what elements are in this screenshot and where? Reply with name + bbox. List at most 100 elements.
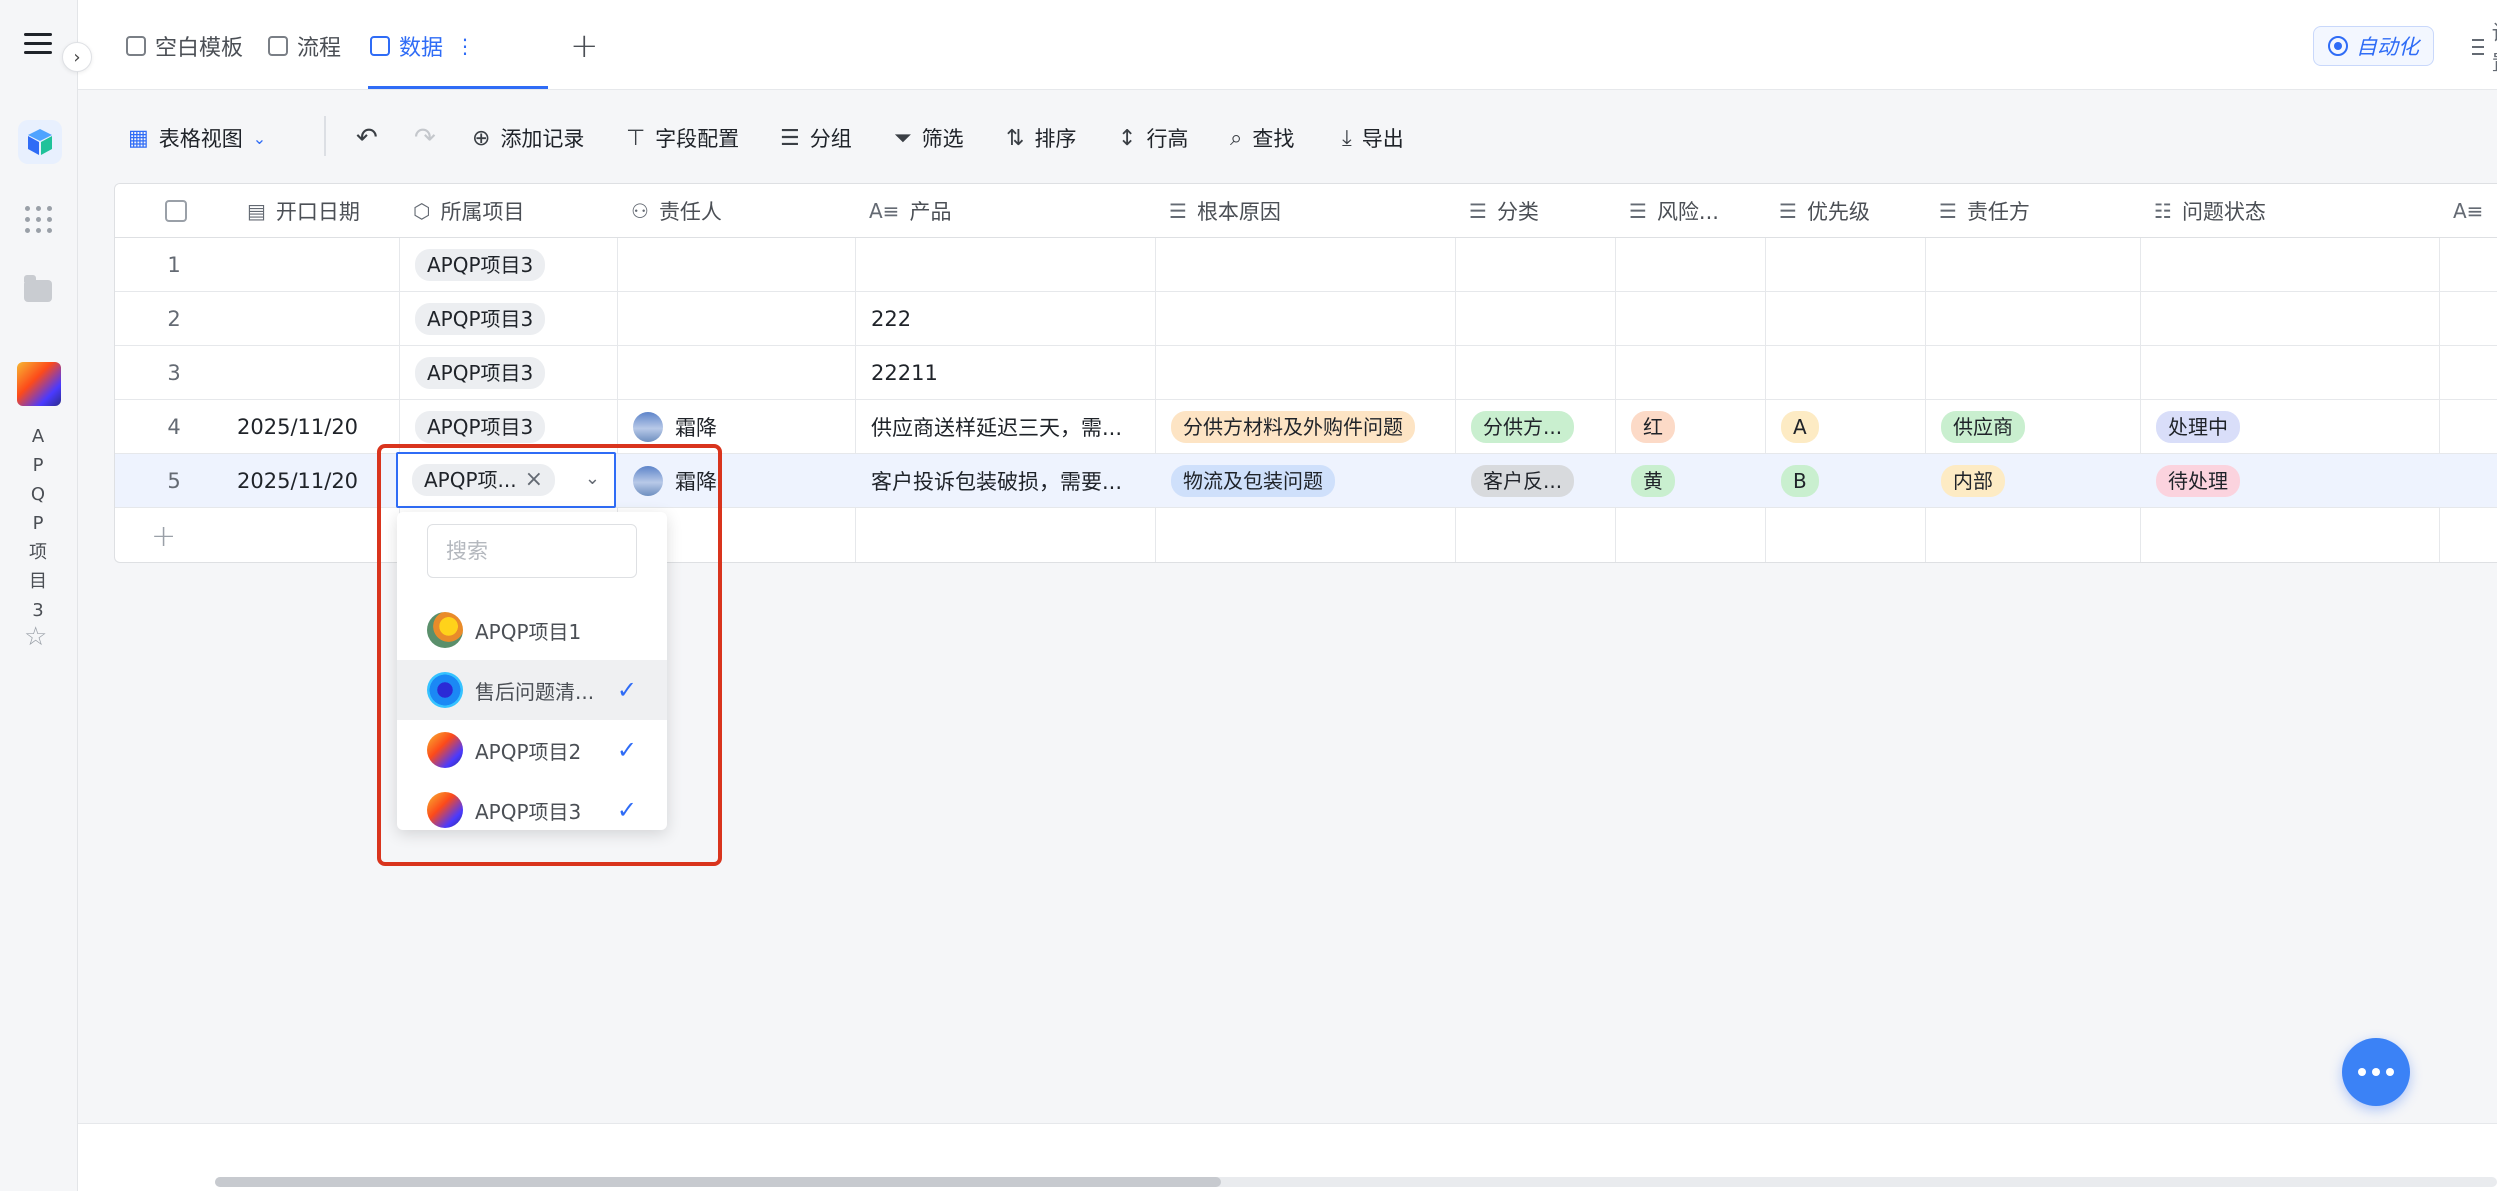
- table-row[interactable]: 3 APQP项目3 22211: [115, 346, 2497, 400]
- horizontal-scrollbar-thumb[interactable]: [215, 1177, 1221, 1187]
- flow-icon: [268, 36, 288, 56]
- priority-cell[interactable]: A: [1765, 400, 1925, 454]
- category-tag: 客户反...: [1471, 465, 1575, 497]
- dropdown-option[interactable]: APQP项目1: [397, 600, 667, 660]
- project-cell[interactable]: APQP项目3: [399, 292, 617, 346]
- column-title: 产品: [909, 200, 952, 224]
- date-cell[interactable]: 2025/11/20: [233, 454, 399, 508]
- category-cell[interactable]: 客户反...: [1455, 454, 1615, 508]
- column-header-category[interactable]: ☰ 分类: [1455, 184, 1615, 238]
- settings-button[interactable]: 设置: [2472, 21, 2497, 75]
- column-header-priority[interactable]: ☰ 优先级: [1765, 184, 1925, 238]
- select-all-checkbox[interactable]: [151, 184, 191, 238]
- list-icon: ☰: [1169, 199, 1187, 223]
- sliders-icon: [2472, 39, 2484, 55]
- star-icon[interactable]: ☆: [24, 622, 47, 652]
- project-cell-editor[interactable]: APQP项... × ⌄: [396, 452, 616, 508]
- calendar-icon: ▤: [247, 199, 266, 223]
- menu-icon[interactable]: [24, 33, 52, 55]
- column-title: 责任人: [658, 200, 722, 224]
- product-cell[interactable]: 供应商送样延迟三天，需...: [855, 400, 1155, 454]
- check-icon: ✓: [616, 796, 637, 824]
- project-dropdown: APQP项目1 售后问题清... ✓ APQP项目2 ✓ APQP项目3 ✓: [397, 512, 667, 830]
- risk-cell[interactable]: 红: [1615, 400, 1765, 454]
- table-header: ▤ 开口日期 ⬡ 所属项目 ⚇ 责任人 A≡ 产品 ☰ 根本原因 ☰ 分类 ☰ 风险... ☰…: [115, 184, 2497, 238]
- settings-label: 设置: [2492, 17, 2497, 77]
- chevron-down-icon[interactable]: ⌄: [585, 468, 600, 489]
- redo-button[interactable]: ↷: [414, 122, 436, 154]
- apps-grid-icon[interactable]: [25, 206, 53, 234]
- risk-cell[interactable]: 黄: [1615, 454, 1765, 508]
- table-row[interactable]: 4 2025/11/20 APQP项目3 霜降 供应商送样延迟三天，需... 分…: [115, 400, 2497, 454]
- tab-blank-template[interactable]: 空白模板: [126, 28, 243, 64]
- group-button[interactable]: ☰ 分组: [780, 122, 852, 154]
- row-height-button[interactable]: ↕ 行高: [1118, 122, 1188, 154]
- cube-icon[interactable]: [18, 120, 62, 164]
- tab-data[interactable]: 数据 ⋮: [370, 28, 475, 64]
- column-header-root-cause[interactable]: ☰ 根本原因: [1155, 184, 1455, 238]
- column-header-product[interactable]: A≡ 产品: [855, 184, 1155, 238]
- root-cause-cell[interactable]: 分供方材料及外购件问题: [1155, 400, 1455, 454]
- owner-cell[interactable]: 霜降: [617, 400, 855, 454]
- date-cell[interactable]: 2025/11/20: [233, 400, 399, 454]
- undo-icon: ↶: [356, 123, 378, 153]
- undo-button[interactable]: ↶: [356, 122, 378, 154]
- export-button[interactable]: ⤓ 导出: [1342, 122, 1404, 154]
- tab-flow[interactable]: 流程: [268, 28, 341, 64]
- column-header-owner[interactable]: ⚇ 责任人: [617, 184, 855, 238]
- priority-cell[interactable]: B: [1765, 454, 1925, 508]
- dropdown-search-input[interactable]: [427, 524, 637, 578]
- root-cause-cell[interactable]: 物流及包装问题: [1155, 454, 1455, 508]
- folder-icon[interactable]: [24, 275, 52, 302]
- dropdown-option[interactable]: 售后问题清... ✓: [397, 660, 667, 720]
- project-cell[interactable]: APQP项目3: [399, 400, 617, 454]
- add-record-button[interactable]: ⊕ 添加记录: [472, 122, 584, 154]
- column-header-responsible-party[interactable]: ☰ 责任方: [1925, 184, 2140, 238]
- project-cell[interactable]: APQP项目3: [399, 346, 617, 400]
- more-actions-button[interactable]: [2342, 1038, 2410, 1106]
- column-header-next[interactable]: A≡: [2439, 184, 2497, 238]
- add-row-button[interactable]: +: [151, 519, 176, 554]
- owner-cell[interactable]: 霜降: [617, 454, 855, 508]
- filter-label: 筛选: [921, 127, 964, 151]
- dropdown-option[interactable]: APQP项目3 ✓: [397, 780, 667, 840]
- table-row[interactable]: 2 APQP项目3 222: [115, 292, 2497, 346]
- category-cell[interactable]: 分供方...: [1455, 400, 1615, 454]
- product-cell[interactable]: 222: [855, 292, 1155, 346]
- automation-button[interactable]: 自动化: [2313, 26, 2434, 66]
- column-header-project[interactable]: ⬡ 所属项目: [399, 184, 617, 238]
- filter-button[interactable]: ⏷ 筛选: [894, 122, 964, 154]
- tab-label: 空白模板: [155, 36, 244, 61]
- status-cell[interactable]: 处理中: [2140, 400, 2439, 454]
- expand-sidebar-button[interactable]: ›: [62, 42, 92, 72]
- product-cell[interactable]: 客户投诉包装破损，需要...: [855, 454, 1155, 508]
- project-tag-label: APQP项...: [424, 468, 517, 492]
- project-tag: APQP项目3: [415, 249, 546, 281]
- check-icon: ✓: [616, 676, 637, 704]
- remove-tag-icon[interactable]: ×: [525, 467, 543, 493]
- field-config-label: 字段配置: [655, 127, 740, 151]
- field-config-button[interactable]: ⊤ 字段配置: [626, 122, 739, 154]
- add-tab-button[interactable]: +: [570, 26, 599, 66]
- party-cell[interactable]: 供应商: [1925, 400, 2140, 454]
- column-header-status[interactable]: ☷ 问题状态: [2140, 184, 2439, 238]
- table-row[interactable]: 1 APQP项目3: [115, 238, 2497, 292]
- view-switcher[interactable]: ▦ 表格视图 ⌄: [128, 122, 266, 154]
- template-icon: [126, 36, 146, 56]
- product-cell[interactable]: 22211: [855, 346, 1155, 400]
- top-bar: 空白模板 流程 数据 ⋮ + 自动化 设置: [78, 0, 2497, 90]
- find-button[interactable]: ⌕ 查找: [1230, 122, 1294, 154]
- party-cell[interactable]: 内部: [1925, 454, 2140, 508]
- project-cell[interactable]: APQP项目3: [399, 238, 617, 292]
- tab-more-icon[interactable]: ⋮: [455, 34, 475, 58]
- sort-button[interactable]: ⇅ 排序: [1006, 122, 1076, 154]
- dropdown-option[interactable]: APQP项目2 ✓: [397, 720, 667, 780]
- tab-label: 数据: [399, 36, 444, 61]
- column-header-risk[interactable]: ☰ 风险...: [1615, 184, 1765, 238]
- column-header-open-date[interactable]: ▤ 开口日期: [233, 184, 399, 238]
- app-avatar[interactable]: [17, 362, 61, 406]
- check-icon: ✓: [616, 736, 637, 764]
- status-cell[interactable]: 待处理: [2140, 454, 2439, 508]
- checkbox[interactable]: [165, 200, 187, 222]
- link-cube-icon: ⬡: [413, 199, 431, 223]
